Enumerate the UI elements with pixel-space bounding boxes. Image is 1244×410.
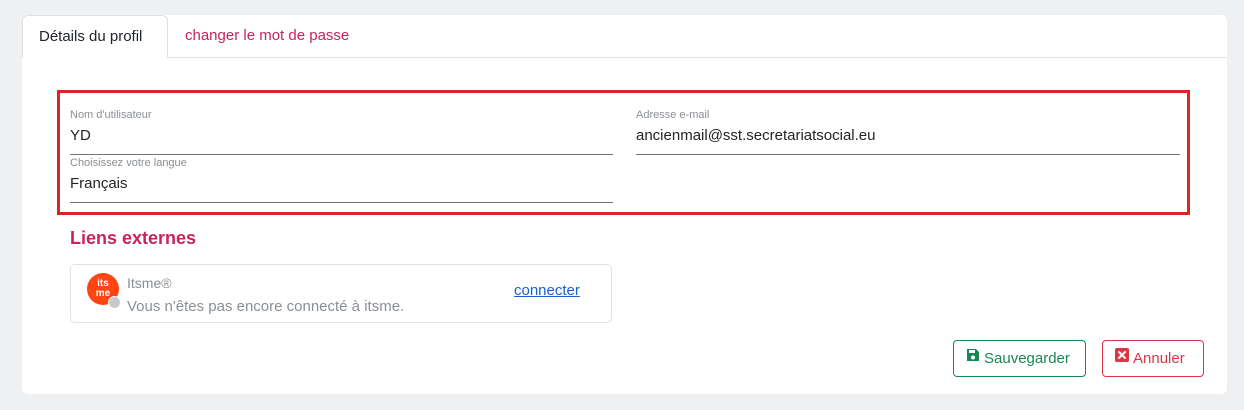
tab-profile-details[interactable]: Détails du profil [22, 15, 168, 58]
itsme-link-card: its me Itsme® Vous n'êtes pas encore con… [70, 264, 612, 323]
email-value[interactable]: ancienmail@sst.secretariatsocial.eu [636, 127, 1180, 155]
cancel-button-label: Annuler [1133, 350, 1185, 367]
close-square-icon [1115, 340, 1129, 375]
email-label: Adresse e-mail [636, 109, 710, 121]
language-label: Choisissez votre langue [70, 157, 187, 169]
tab-bar: Détails du profil changer le mot de pass… [22, 15, 1227, 58]
email-field[interactable]: Adresse e-mail ancienmail@sst.secretaria… [636, 109, 1180, 155]
provider-status: Vous n'êtes pas encore connecté à itsme. [127, 298, 405, 315]
username-value[interactable]: YD [70, 127, 613, 155]
floppy-disk-icon [966, 340, 980, 375]
profile-card: Détails du profil changer le mot de pass… [22, 15, 1227, 394]
username-label: Nom d'utilisateur [70, 109, 152, 121]
tab-change-password[interactable]: changer le mot de passe [169, 15, 365, 57]
language-value[interactable]: Français [70, 175, 613, 203]
username-field[interactable]: Nom d'utilisateur YD [70, 109, 613, 155]
provider-name: Itsme® [127, 275, 172, 291]
connect-link[interactable]: connecter [514, 282, 580, 299]
language-field[interactable]: Choisissez votre langue Français [70, 157, 613, 203]
external-links-title: Liens externes [70, 228, 197, 248]
save-button[interactable]: Sauvegarder [953, 340, 1086, 377]
save-button-label: Sauvegarder [984, 350, 1070, 367]
status-dot-icon [108, 296, 121, 309]
cancel-button[interactable]: Annuler [1102, 340, 1204, 377]
